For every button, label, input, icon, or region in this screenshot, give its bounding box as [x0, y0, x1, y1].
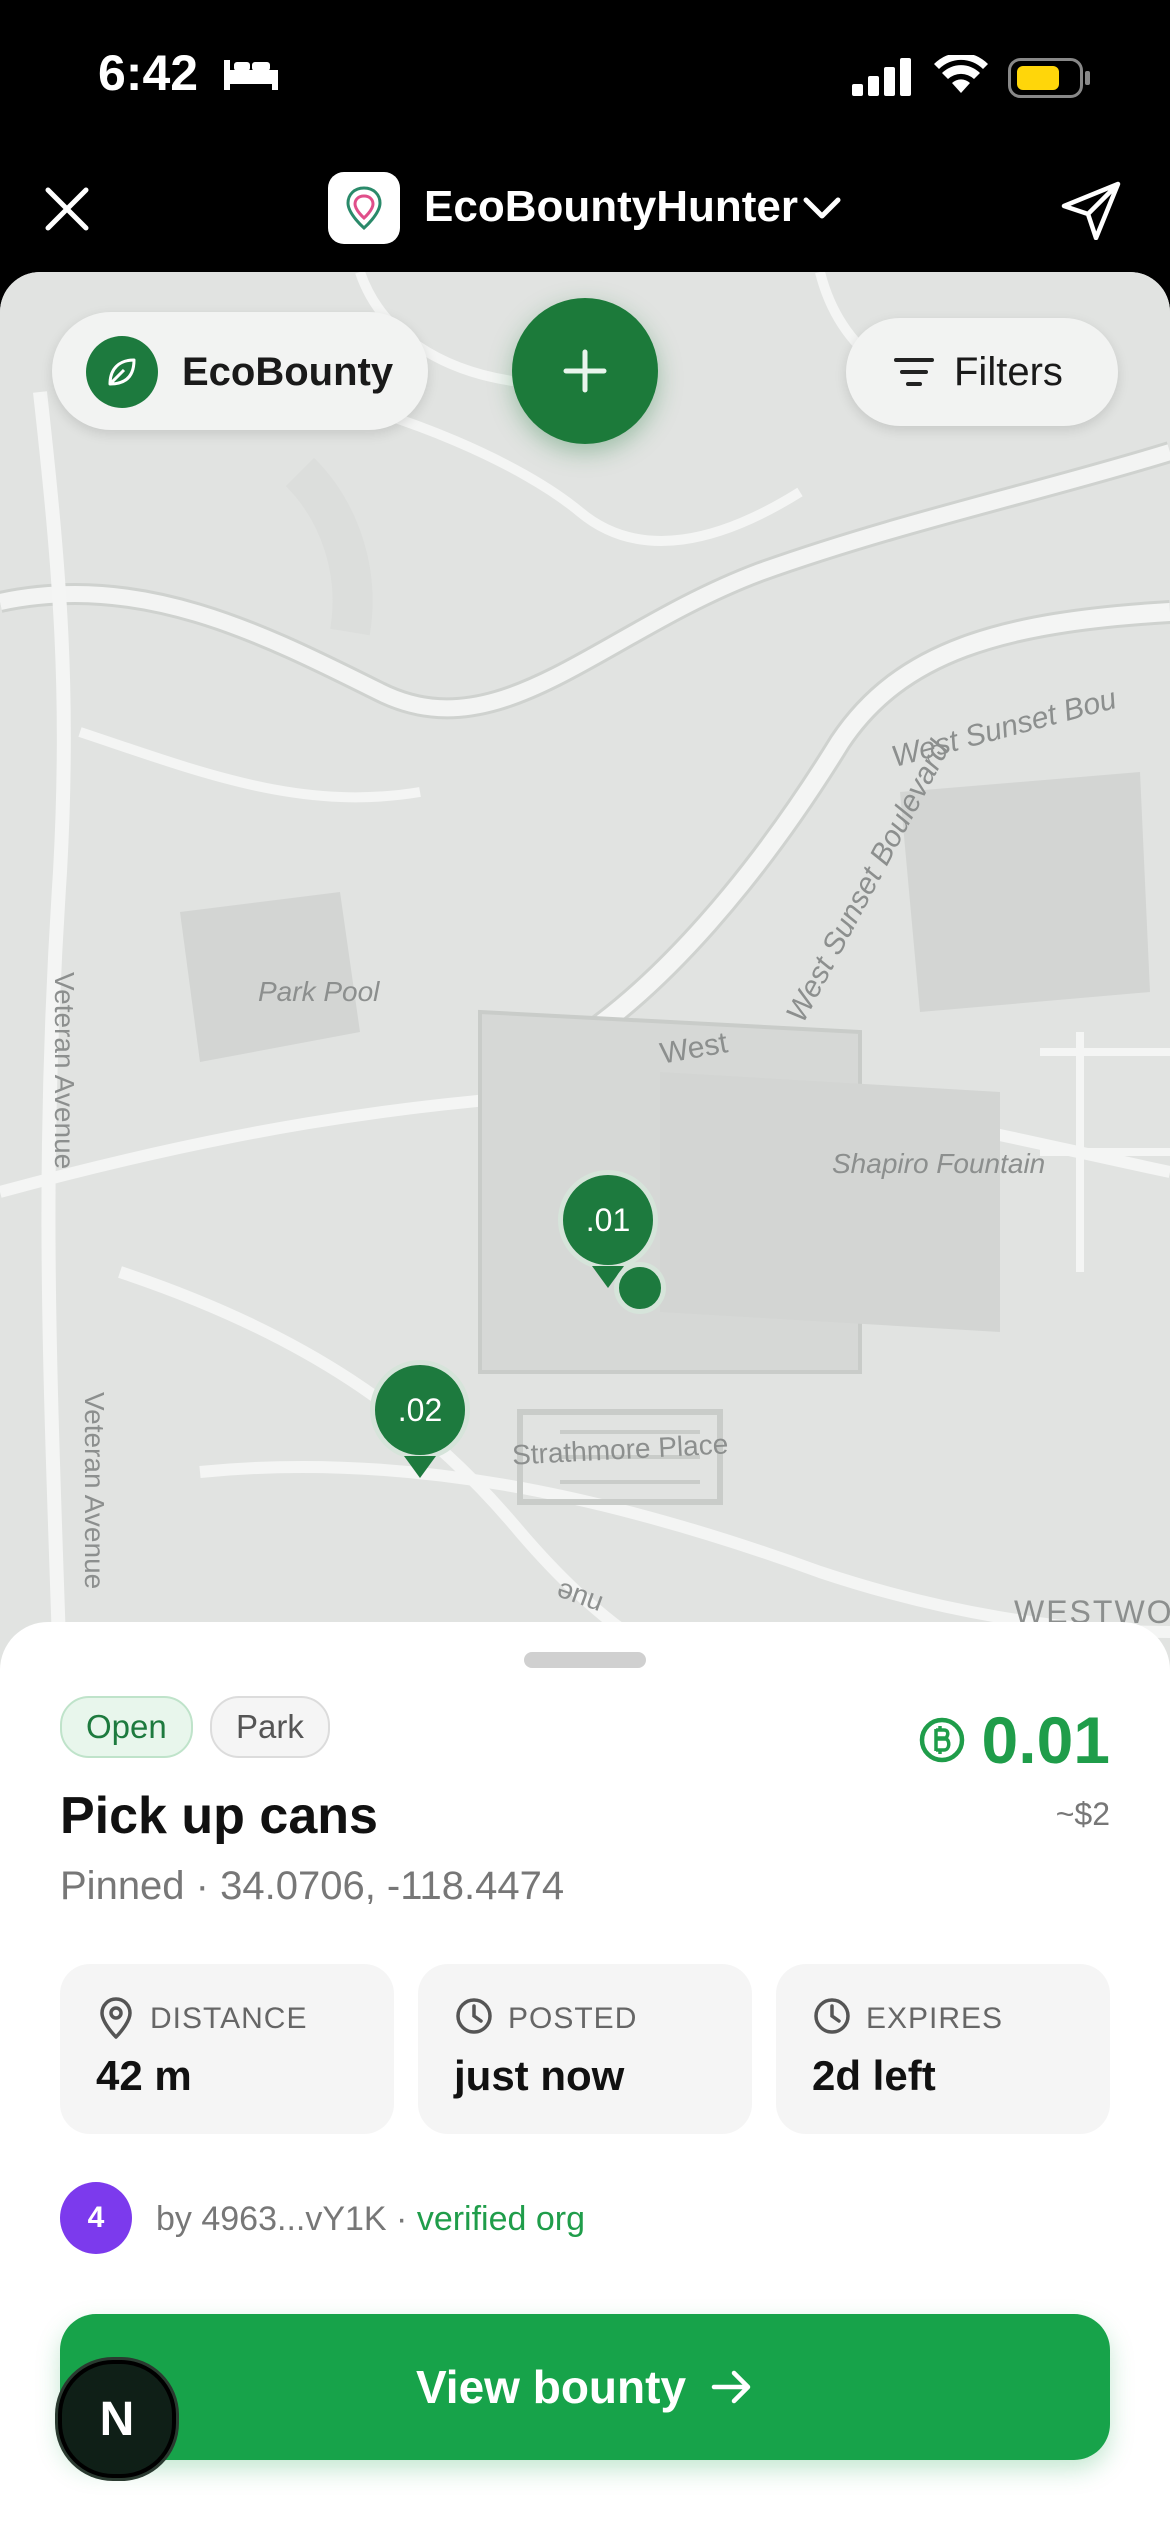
app-bar: EcoBountyHunter: [0, 150, 1170, 270]
view-bounty-label: View bounty: [415, 2361, 687, 2413]
status-time: 6:42: [98, 45, 199, 101]
pin-label: .02: [397, 1391, 443, 1428]
floating-n-badge[interactable]: N: [58, 2360, 176, 2478]
map-label-veteran-avenue-bottom: Veteran Avenue: [79, 1392, 110, 1590]
bed-icon: [222, 56, 280, 97]
token-icon: [919, 1717, 964, 1763]
brand-pill[interactable]: EcoBounty: [52, 312, 428, 430]
poster-id: by 4963...vY1K ·: [156, 2200, 417, 2238]
clock-icon: [812, 1996, 852, 2041]
reward-amount: 0.01: [918, 1702, 1110, 1778]
stat-value: 42 m: [96, 2052, 192, 2099]
location-pin-icon: [96, 1996, 136, 2045]
current-location-dot: [614, 1262, 666, 1314]
stat-label: DISTANCE: [150, 2002, 308, 2035]
map-pin-tail: [404, 1456, 436, 1478]
status-bar: 6:42: [0, 0, 1170, 150]
sheet-grabber[interactable]: [524, 1652, 646, 1668]
stat-value: just now: [454, 2052, 625, 2099]
wifi-icon: [934, 52, 988, 100]
pin-label: .01: [585, 1201, 631, 1238]
status-badge: Open: [60, 1696, 193, 1758]
add-bounty-button[interactable]: [512, 298, 658, 444]
floating-badge-text: N: [99, 2392, 135, 2446]
map-label-park-pool: Park Pool: [258, 976, 380, 1007]
reward-usd: ~$2: [1055, 1796, 1110, 1832]
stat-card-expires: EXPIRES 2d left: [776, 1964, 1110, 2134]
map-view[interactable]: Park Pool West Sunset Boulevard West Sun…: [0, 272, 1170, 1672]
category-badge: Park: [210, 1696, 330, 1758]
filters-button[interactable]: Filters: [846, 318, 1118, 426]
map-label-veteran-avenue-top: Veteran Avenue: [49, 972, 80, 1170]
send-icon[interactable]: [1060, 180, 1122, 245]
view-bounty-button[interactable]: View bounty: [60, 2314, 1110, 2460]
stat-card-distance: DISTANCE 42 m: [60, 1964, 394, 2134]
stat-value: 2d left: [812, 2052, 936, 2099]
verified-label: verified org: [416, 2200, 586, 2238]
avatar[interactable]: 4: [60, 2182, 132, 2254]
arrow-right-icon: [711, 2370, 751, 2404]
reward-value: 0.01: [981, 1703, 1110, 1777]
brand-name: EcoBounty: [182, 350, 394, 394]
filter-icon: [894, 354, 934, 395]
stat-label: POSTED: [508, 2002, 638, 2035]
bounty-title: Pick up cans: [60, 1787, 378, 1845]
battery-icon: [1008, 58, 1092, 103]
close-icon[interactable]: [40, 182, 94, 241]
map-label-shapiro: Shapiro Fountain: [832, 1148, 1046, 1179]
cellular-signal-icon: [852, 58, 914, 101]
stat-card-posted: POSTED just now: [418, 1964, 752, 2134]
plus-icon: [563, 349, 607, 393]
map-pin-bounty-01[interactable]: .01: [558, 1170, 658, 1270]
filters-label: Filters: [954, 350, 1063, 394]
poster-byline: by 4963...vY1K · verified org: [156, 2200, 585, 2239]
bounty-sheet: Open Park 0.01 ~$2 Pick up cans Pinned ·…: [0, 1622, 1170, 2532]
app-logo: [328, 172, 400, 244]
leaf-icon: [86, 336, 158, 408]
chevron-down-icon[interactable]: [800, 192, 844, 231]
stat-label: EXPIRES: [866, 2002, 1004, 2035]
bounty-location: Pinned · 34.0706, -118.4474: [60, 1864, 565, 1908]
app-title[interactable]: EcoBountyHunter: [424, 182, 798, 232]
clock-icon: [454, 1996, 494, 2041]
map-pin-bounty-02[interactable]: .02: [370, 1360, 470, 1460]
avatar-text: 4: [87, 2201, 105, 2234]
